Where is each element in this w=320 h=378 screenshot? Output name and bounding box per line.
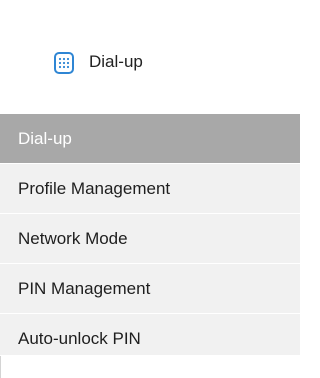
menu-item-network-mode[interactable]: Network Mode	[0, 214, 300, 264]
dialup-navigation-panel: Dial-up Dial-up Profile Management Netwo…	[0, 0, 300, 378]
menu-item-label: Profile Management	[18, 179, 171, 198]
menu-item-label: PIN Management	[18, 279, 151, 298]
menu-item-label: Auto-unlock PIN	[18, 329, 141, 348]
dialpad-icon	[54, 52, 74, 74]
sidebar-menu: Dial-up Profile Management Network Mode …	[0, 114, 300, 356]
menu-item-label: Dial-up	[18, 129, 72, 148]
menu-item-pin-management[interactable]: PIN Management	[0, 264, 300, 314]
section-header: Dial-up	[0, 0, 300, 114]
section-title: Dial-up	[89, 52, 143, 71]
menu-item-auto-unlock-pin[interactable]: Auto-unlock PIN	[0, 314, 300, 356]
menu-item-profile-management[interactable]: Profile Management	[0, 164, 300, 214]
menu-item-label: Network Mode	[18, 229, 128, 248]
menu-item-dial-up[interactable]: Dial-up	[0, 114, 300, 164]
